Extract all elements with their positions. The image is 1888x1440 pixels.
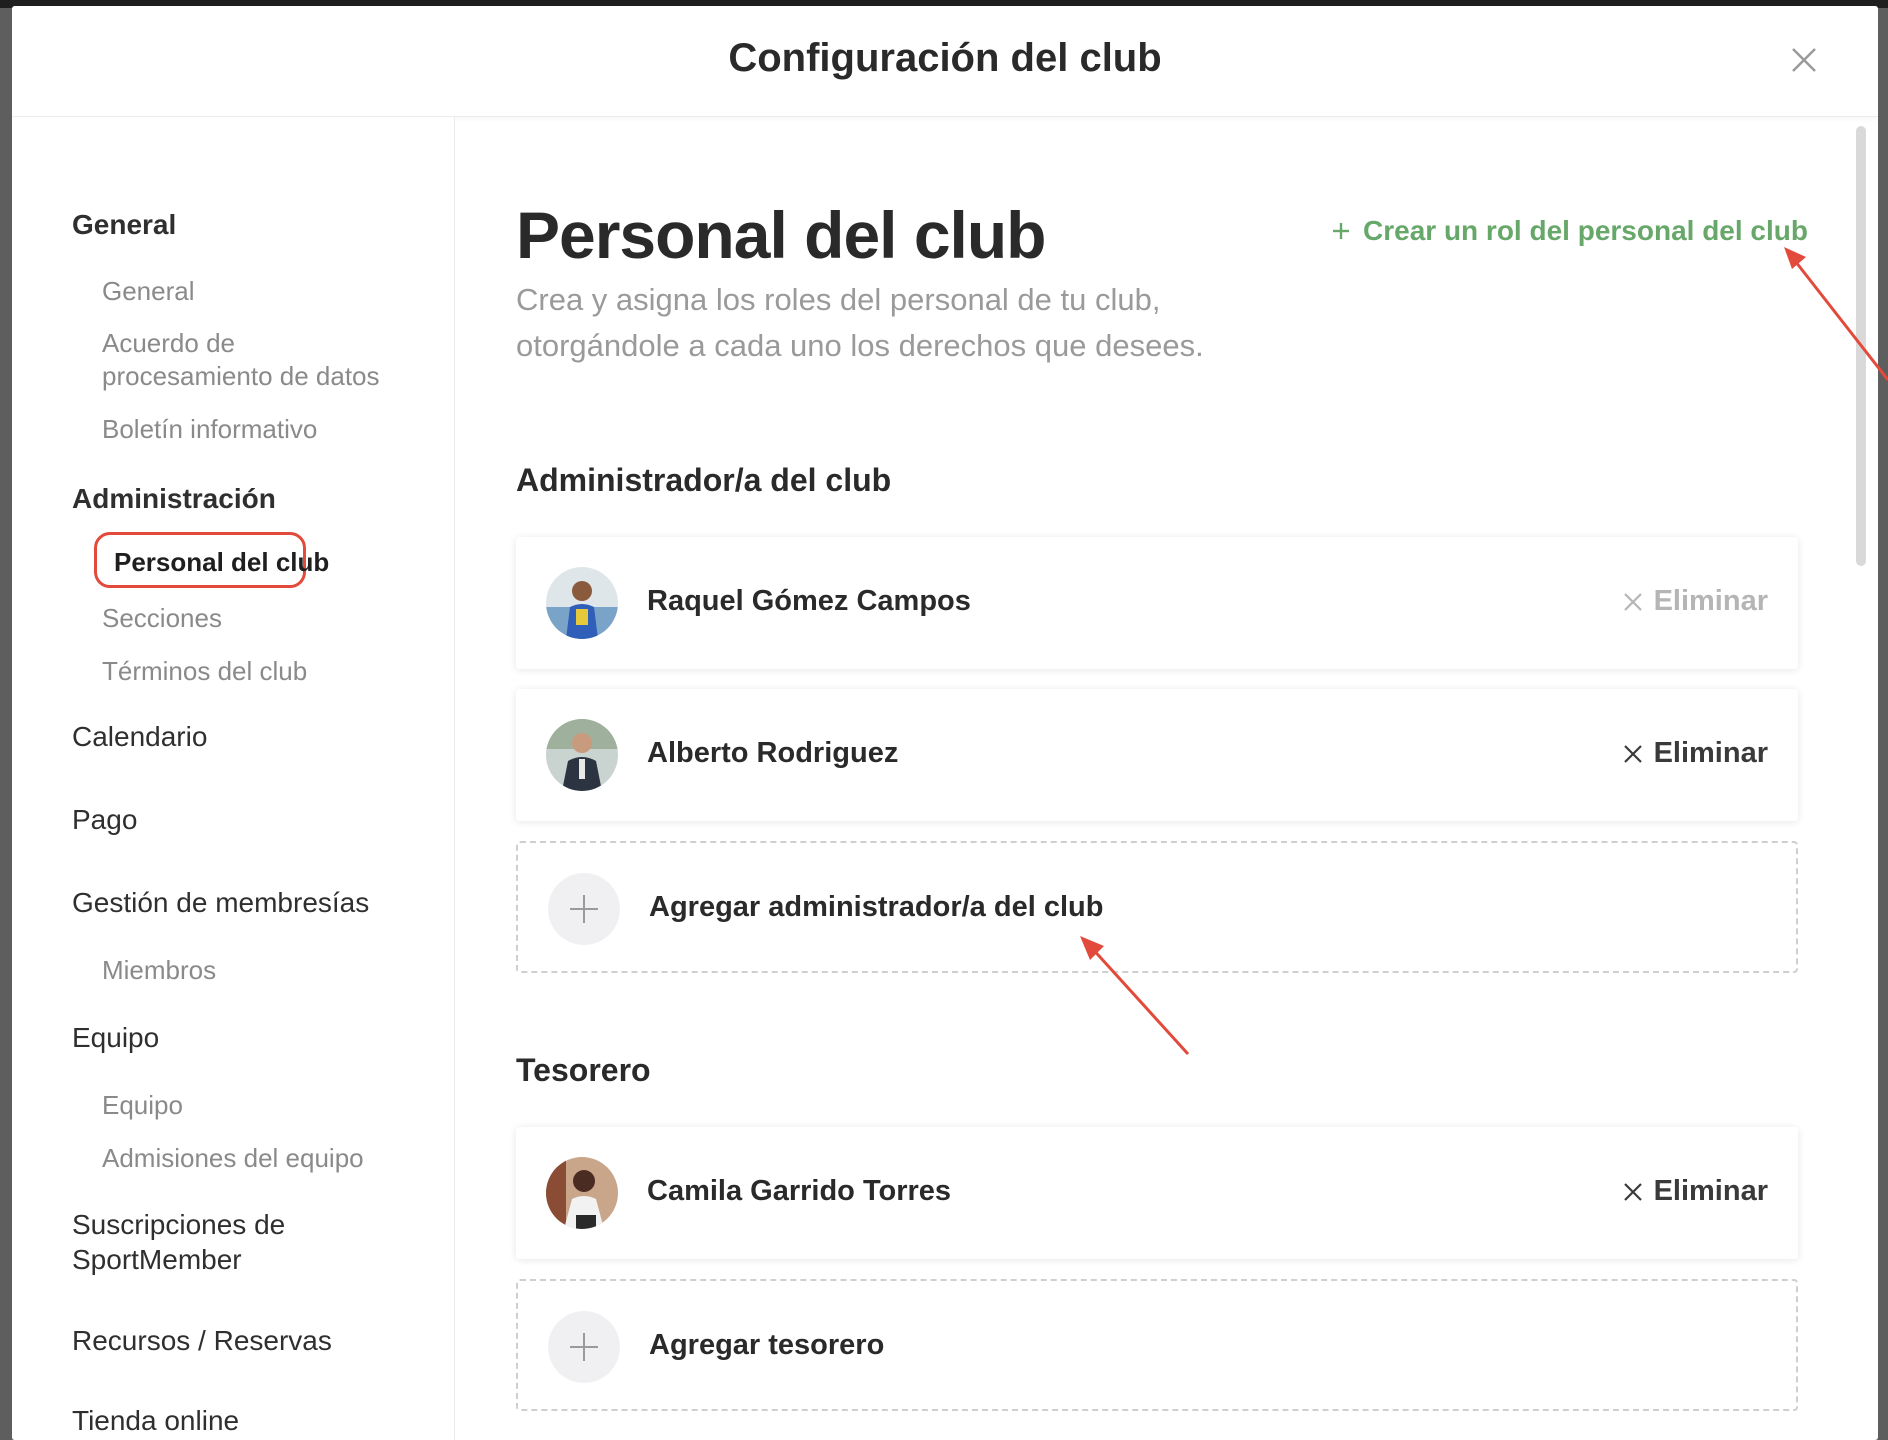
remove-member-label: Eliminar <box>1653 585 1768 617</box>
section-title-treasurer: Tesorero <box>516 1052 651 1088</box>
club-settings-modal: Configuración del club General General A… <box>12 6 1878 1440</box>
sidebar-item-resources[interactable]: Recursos / Reservas <box>72 1325 332 1357</box>
sidebar-item-data-processing-line2: procesamiento de datos <box>102 361 380 391</box>
sidebar-group-administration: Administración <box>72 483 276 514</box>
member-name: Alberto Rodriguez <box>647 737 899 769</box>
add-circle <box>548 1311 620 1383</box>
modal-header: Configuración del club <box>12 6 1878 117</box>
staff-member-card: Camila Garrido Torres Eliminar <box>516 1127 1798 1259</box>
sidebar-item-members[interactable]: Miembros <box>102 954 216 987</box>
sidebar-item-data-processing[interactable]: Acuerdo de procesamiento de datos <box>102 327 380 393</box>
close-icon <box>1623 1182 1642 1201</box>
staff-member-card: Raquel Gómez Campos Eliminar <box>516 537 1798 669</box>
create-staff-role-link[interactable]: Crear un rol del personal del club <box>1331 215 1808 247</box>
page-title: Personal del club <box>516 198 1046 272</box>
sidebar-item-club-staff[interactable]: Personal del club <box>114 547 329 578</box>
sidebar-item-team-group[interactable]: Equipo <box>72 1022 159 1054</box>
plus-icon <box>570 1333 598 1361</box>
member-name: Camila Garrido Torres <box>647 1175 952 1207</box>
modal-title: Configuración del club <box>728 36 1162 80</box>
sidebar-item-membership[interactable]: Gestión de membresías <box>72 887 369 919</box>
page-description: Crea y asigna los roles del personal de … <box>516 282 1204 363</box>
remove-member-label: Eliminar <box>1653 737 1768 769</box>
sidebar-item-calendar[interactable]: Calendario <box>72 721 207 753</box>
member-name: Raquel Gómez Campos <box>647 585 971 617</box>
remove-member-button[interactable]: Eliminar <box>1622 585 1768 618</box>
plus-icon <box>570 895 598 923</box>
sidebar-item-club-terms[interactable]: Términos del club <box>102 655 307 688</box>
add-administrator-button[interactable]: Agregar administrador/a del club <box>516 841 1798 973</box>
create-staff-role-label: Crear un rol del personal del club <box>1363 215 1808 246</box>
sidebar-group-general: General <box>72 209 177 240</box>
close-icon <box>1623 592 1642 611</box>
sidebar-item-data-processing-line1: Acuerdo de <box>102 328 235 358</box>
close-button[interactable] <box>1784 40 1824 80</box>
add-administrator-label: Agregar administrador/a del club <box>649 891 1104 923</box>
avatar <box>546 1157 618 1229</box>
sidebar-item-payment[interactable]: Pago <box>72 804 137 836</box>
plus-icon <box>1333 223 1349 239</box>
close-icon <box>1623 744 1642 763</box>
remove-member-button[interactable]: Eliminar <box>1622 1175 1768 1208</box>
add-treasurer-button[interactable]: Agregar tesorero <box>516 1279 1798 1411</box>
sidebar-item-team-admissions[interactable]: Admisiones del equipo <box>102 1142 364 1175</box>
avatar <box>546 567 618 639</box>
sidebar-item-subscriptions-line1: Suscripciones de <box>72 1209 286 1240</box>
sidebar-item-general[interactable]: General <box>102 275 195 308</box>
modal-backdrop-left <box>0 8 12 1440</box>
sidebar-item-subscriptions-line2: SportMember <box>72 1244 242 1275</box>
sidebar-item-newsletter[interactable]: Boletín informativo <box>102 413 317 446</box>
main-content: Personal del club Crea y asigna los role… <box>455 117 1835 1440</box>
modal-backdrop-right <box>1878 8 1888 1440</box>
remove-member-button[interactable]: Eliminar <box>1622 737 1768 770</box>
add-treasurer-label: Agregar tesorero <box>649 1329 885 1361</box>
scrollbar-thumb[interactable] <box>1856 126 1866 566</box>
sidebar-item-online-shop[interactable]: Tienda online <box>72 1405 239 1437</box>
close-icon <box>1792 48 1816 72</box>
section-title-administrators: Administrador/a del club <box>516 462 892 498</box>
sidebar-item-subscriptions[interactable]: Suscripciones de SportMember <box>72 1207 285 1277</box>
avatar <box>546 719 618 791</box>
remove-member-label: Eliminar <box>1653 1175 1768 1207</box>
sidebar-item-sections[interactable]: Secciones <box>102 602 222 635</box>
sidebar-item-team[interactable]: Equipo <box>102 1089 183 1122</box>
settings-sidebar: General General Acuerdo de procesamiento… <box>12 117 455 1440</box>
add-circle <box>548 873 620 945</box>
staff-member-card: Alberto Rodriguez Eliminar <box>516 689 1798 821</box>
